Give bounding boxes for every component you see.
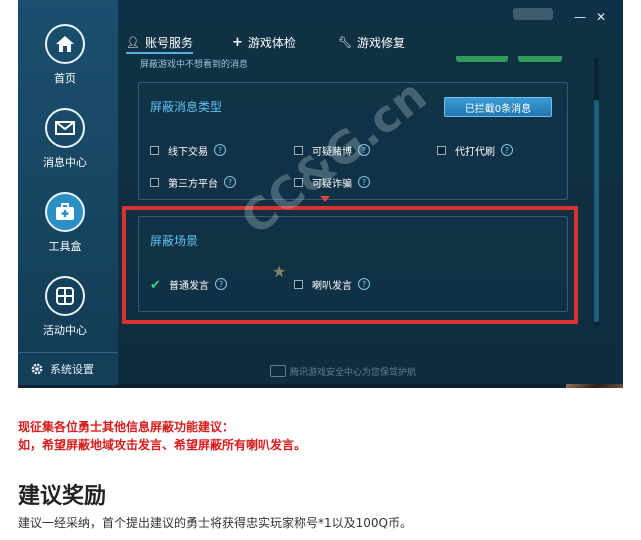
settings-label: 系统设置 (50, 363, 94, 376)
help-icon[interactable]: ? (214, 144, 226, 156)
system-settings-button[interactable]: 系统设置 (18, 352, 118, 385)
footer-text: 腾讯游戏安全中心为您保驾护航 (290, 368, 417, 378)
minimize-button[interactable]: — (574, 10, 586, 24)
toolbox-icon (45, 192, 85, 232)
hint-text: 屏蔽游戏中不想看到的消息 (140, 60, 249, 70)
tab-account-service[interactable]: 👤︎ 账号服务 (126, 32, 193, 54)
tab-label: 游戏修复 (356, 35, 405, 50)
suggestion-line: 现征集各位勇士其他信息屏蔽功能建议： (18, 420, 235, 434)
sidebar-item-label: 消息中心 (43, 156, 87, 169)
user-name-blurred (513, 8, 553, 20)
grid-icon (45, 276, 85, 316)
option-boosting[interactable]: 代打代刷 ? (437, 143, 513, 158)
checkbox[interactable] (437, 145, 446, 155)
sidebar-item-activity[interactable]: 活动中心 (18, 276, 118, 356)
help-icon[interactable]: ? (224, 176, 236, 188)
tab-game-repair[interactable]: 🔧︎ 游戏修复 (338, 32, 405, 52)
tab-label: 账号服务 (144, 35, 193, 50)
close-button[interactable]: ✕ (596, 10, 606, 24)
sidebar-item-toolbox[interactable]: 工具盒 (18, 192, 118, 272)
wrench-icon: 🔧︎ (338, 35, 352, 49)
option-offline-trade[interactable]: 线下交易 ? (150, 143, 226, 158)
scrollbar-thumb[interactable] (594, 100, 599, 322)
star-icon: ★ (272, 262, 287, 281)
checkbox[interactable] (150, 177, 159, 187)
mail-icon (45, 108, 85, 148)
plus-icon: + (232, 34, 243, 50)
shield-icon (270, 365, 286, 377)
blocked-count-button[interactable]: 已拦截0条消息 (444, 97, 552, 117)
home-icon (45, 24, 85, 64)
sidebar-item-label: 首页 (54, 72, 76, 85)
option-label: 线下交易 (168, 146, 208, 158)
suggestion-line: 如，希望屏蔽地域攻击发言、希望屏蔽所有喇叭发言。 (18, 438, 307, 452)
main-panel: — ✕ 👤︎ 账号服务 + 游戏体检 🔧︎ 游戏修复 屏蔽游戏中不想看到的消息 … (118, 0, 623, 384)
section-heading: 建议奖励 (18, 484, 107, 509)
group-title: 屏蔽消息类型 (150, 100, 223, 114)
checkbox[interactable] (150, 145, 159, 155)
user-icon: 👤︎ (126, 35, 140, 49)
sidebar-item-label: 活动中心 (43, 324, 87, 337)
green-button[interactable] (456, 56, 508, 62)
sidebar-item-label: 工具盒 (48, 240, 82, 253)
highlight-box (122, 206, 578, 324)
help-icon[interactable]: ? (358, 176, 370, 188)
sidebar: 首页 消息中心 工具盒 活动中心 (18, 0, 119, 384)
gear-icon (31, 363, 43, 375)
reward-text: 建议一经采纳，首个提出建议的勇士将获得忠实玩家称号*1以及100Q币。 (18, 516, 412, 530)
option-label: 第三方平台 (168, 178, 218, 190)
green-button[interactable] (518, 56, 562, 62)
tab-label: 游戏体检 (247, 35, 296, 50)
help-icon[interactable]: ? (501, 144, 513, 156)
footer: 腾讯游戏安全中心为您保驾护航 (118, 358, 623, 384)
sidebar-item-messages[interactable]: 消息中心 (18, 108, 118, 188)
option-label: 代打代刷 (455, 146, 495, 158)
sidebar-item-home[interactable]: 首页 (18, 24, 118, 104)
tab-game-check[interactable]: + 游戏体检 (232, 32, 296, 52)
option-third-party[interactable]: 第三方平台 ? (150, 175, 236, 190)
